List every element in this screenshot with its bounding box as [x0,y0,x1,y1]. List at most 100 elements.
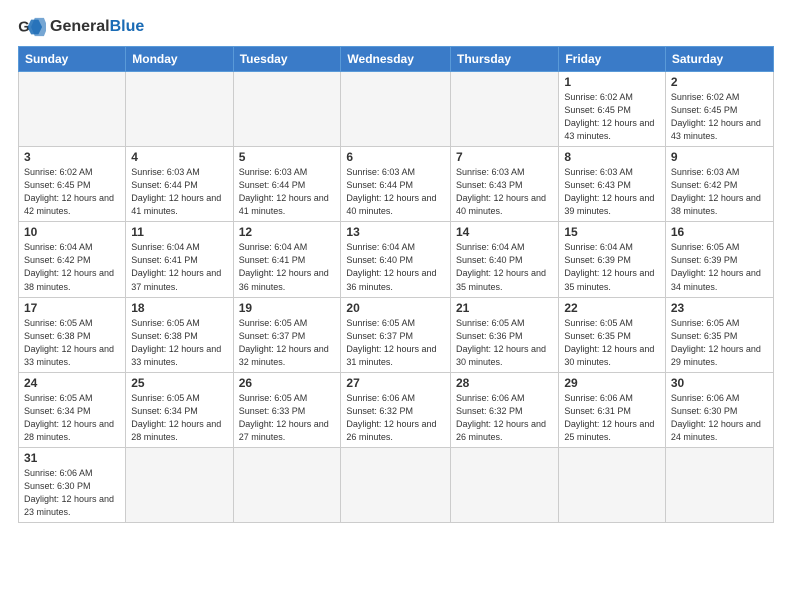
weekday-tuesday: Tuesday [233,47,341,72]
calendar-cell: 15Sunrise: 6:04 AM Sunset: 6:39 PM Dayli… [559,222,666,297]
calendar-cell [451,72,559,147]
day-info: Sunrise: 6:05 AM Sunset: 6:35 PM Dayligh… [671,317,768,369]
day-info: Sunrise: 6:06 AM Sunset: 6:30 PM Dayligh… [671,392,768,444]
day-info: Sunrise: 6:05 AM Sunset: 6:36 PM Dayligh… [456,317,553,369]
day-number: 23 [671,301,768,315]
day-info: Sunrise: 6:03 AM Sunset: 6:44 PM Dayligh… [346,166,445,218]
day-number: 29 [564,376,660,390]
day-number: 12 [239,225,336,239]
day-number: 6 [346,150,445,164]
calendar-cell: 17Sunrise: 6:05 AM Sunset: 6:38 PM Dayli… [19,297,126,372]
calendar-cell: 2 Sunrise: 6:02 AM Sunset: 6:45 PM Daylig… [665,72,773,147]
calendar-cell: 19 Sunrise: 6:05 AM Sunset: 6:37 PM Dayli… [233,297,341,372]
day-info: Sunrise: 6:03 AM Sunset: 6:43 PM Dayligh… [564,166,660,218]
calendar-cell [126,72,233,147]
calendar-cell: 9 Sunrise: 6:03 AM Sunset: 6:42 PM Daylig… [665,147,773,222]
day-info: Sunrise: 6:04 AM Sunset: 6:41 PM Dayligh… [239,241,336,293]
calendar-cell [233,72,341,147]
calendar-cell: 20 Sunrise: 6:05 AM Sunset: 6:37 PM Dayli… [341,297,451,372]
calendar: SundayMondayTuesdayWednesdayThursdayFrid… [18,46,774,523]
day-number: 26 [239,376,336,390]
week-row: 3 Sunrise: 6:02 AM Sunset: 6:45 PM Daylig… [19,147,774,222]
logo: G GeneralBlue [18,16,144,38]
weekday-monday: Monday [126,47,233,72]
day-info: Sunrise: 6:05 AM Sunset: 6:35 PM Dayligh… [564,317,660,369]
calendar-cell: 16Sunrise: 6:05 AM Sunset: 6:39 PM Dayli… [665,222,773,297]
calendar-cell: 6 Sunrise: 6:03 AM Sunset: 6:44 PM Daylig… [341,147,451,222]
calendar-cell: 11Sunrise: 6:04 AM Sunset: 6:41 PM Dayli… [126,222,233,297]
day-number: 13 [346,225,445,239]
day-info: Sunrise: 6:06 AM Sunset: 6:32 PM Dayligh… [456,392,553,444]
calendar-cell [451,447,559,522]
day-info: Sunrise: 6:03 AM Sunset: 6:44 PM Dayligh… [131,166,227,218]
day-number: 15 [564,225,660,239]
calendar-cell: 26 Sunrise: 6:05 AM Sunset: 6:33 PM Dayli… [233,372,341,447]
calendar-cell: 27 Sunrise: 6:06 AM Sunset: 6:32 PM Dayli… [341,372,451,447]
calendar-cell: 18Sunrise: 6:05 AM Sunset: 6:38 PM Dayli… [126,297,233,372]
day-info: Sunrise: 6:03 AM Sunset: 6:42 PM Dayligh… [671,166,768,218]
day-info: Sunrise: 6:05 AM Sunset: 6:37 PM Dayligh… [346,317,445,369]
calendar-cell: 4Sunrise: 6:03 AM Sunset: 6:44 PM Daylig… [126,147,233,222]
day-info: Sunrise: 6:06 AM Sunset: 6:31 PM Dayligh… [564,392,660,444]
calendar-cell [665,447,773,522]
weekday-saturday: Saturday [665,47,773,72]
day-number: 2 [671,75,768,89]
calendar-cell [126,447,233,522]
weekday-wednesday: Wednesday [341,47,451,72]
day-info: Sunrise: 6:04 AM Sunset: 6:40 PM Dayligh… [456,241,553,293]
day-number: 19 [239,301,336,315]
calendar-cell: 29 Sunrise: 6:06 AM Sunset: 6:31 PM Dayli… [559,372,666,447]
day-number: 20 [346,301,445,315]
calendar-cell: 22 Sunrise: 6:05 AM Sunset: 6:35 PM Dayli… [559,297,666,372]
calendar-cell: 10 Sunrise: 6:04 AM Sunset: 6:42 PM Dayli… [19,222,126,297]
day-number: 27 [346,376,445,390]
calendar-cell [233,447,341,522]
week-row: 31Sunrise: 6:06 AM Sunset: 6:30 PM Dayli… [19,447,774,522]
calendar-cell: 25Sunrise: 6:05 AM Sunset: 6:34 PM Dayli… [126,372,233,447]
day-number: 17 [24,301,120,315]
calendar-cell: 24Sunrise: 6:05 AM Sunset: 6:34 PM Dayli… [19,372,126,447]
day-number: 1 [564,75,660,89]
calendar-cell: 12 Sunrise: 6:04 AM Sunset: 6:41 PM Dayli… [233,222,341,297]
day-number: 28 [456,376,553,390]
day-number: 25 [131,376,227,390]
day-info: Sunrise: 6:03 AM Sunset: 6:44 PM Dayligh… [239,166,336,218]
day-number: 10 [24,225,120,239]
day-info: Sunrise: 6:05 AM Sunset: 6:37 PM Dayligh… [239,317,336,369]
day-info: Sunrise: 6:02 AM Sunset: 6:45 PM Dayligh… [564,91,660,143]
day-number: 14 [456,225,553,239]
week-row: 24Sunrise: 6:05 AM Sunset: 6:34 PM Dayli… [19,372,774,447]
calendar-cell: 5 Sunrise: 6:03 AM Sunset: 6:44 PM Daylig… [233,147,341,222]
day-number: 21 [456,301,553,315]
calendar-cell: 21 Sunrise: 6:05 AM Sunset: 6:36 PM Dayli… [451,297,559,372]
day-number: 24 [24,376,120,390]
day-number: 18 [131,301,227,315]
day-number: 7 [456,150,553,164]
calendar-cell [341,72,451,147]
day-number: 5 [239,150,336,164]
day-number: 16 [671,225,768,239]
day-info: Sunrise: 6:04 AM Sunset: 6:40 PM Dayligh… [346,241,445,293]
day-number: 9 [671,150,768,164]
calendar-cell: 3 Sunrise: 6:02 AM Sunset: 6:45 PM Daylig… [19,147,126,222]
day-number: 30 [671,376,768,390]
day-info: Sunrise: 6:02 AM Sunset: 6:45 PM Dayligh… [24,166,120,218]
day-info: Sunrise: 6:02 AM Sunset: 6:45 PM Dayligh… [671,91,768,143]
header: G GeneralBlue [18,16,774,38]
day-number: 8 [564,150,660,164]
weekday-friday: Friday [559,47,666,72]
day-info: Sunrise: 6:04 AM Sunset: 6:42 PM Dayligh… [24,241,120,293]
calendar-cell [341,447,451,522]
day-number: 22 [564,301,660,315]
logo-icon: G [18,16,46,38]
day-info: Sunrise: 6:04 AM Sunset: 6:41 PM Dayligh… [131,241,227,293]
day-info: Sunrise: 6:06 AM Sunset: 6:30 PM Dayligh… [24,467,120,519]
day-info: Sunrise: 6:05 AM Sunset: 6:33 PM Dayligh… [239,392,336,444]
calendar-cell: 14 Sunrise: 6:04 AM Sunset: 6:40 PM Dayli… [451,222,559,297]
weekday-header-row: SundayMondayTuesdayWednesdayThursdayFrid… [19,47,774,72]
calendar-cell [19,72,126,147]
week-row: 1 Sunrise: 6:02 AM Sunset: 6:45 PM Daylig… [19,72,774,147]
calendar-cell: 31Sunrise: 6:06 AM Sunset: 6:30 PM Dayli… [19,447,126,522]
day-info: Sunrise: 6:06 AM Sunset: 6:32 PM Dayligh… [346,392,445,444]
day-number: 3 [24,150,120,164]
